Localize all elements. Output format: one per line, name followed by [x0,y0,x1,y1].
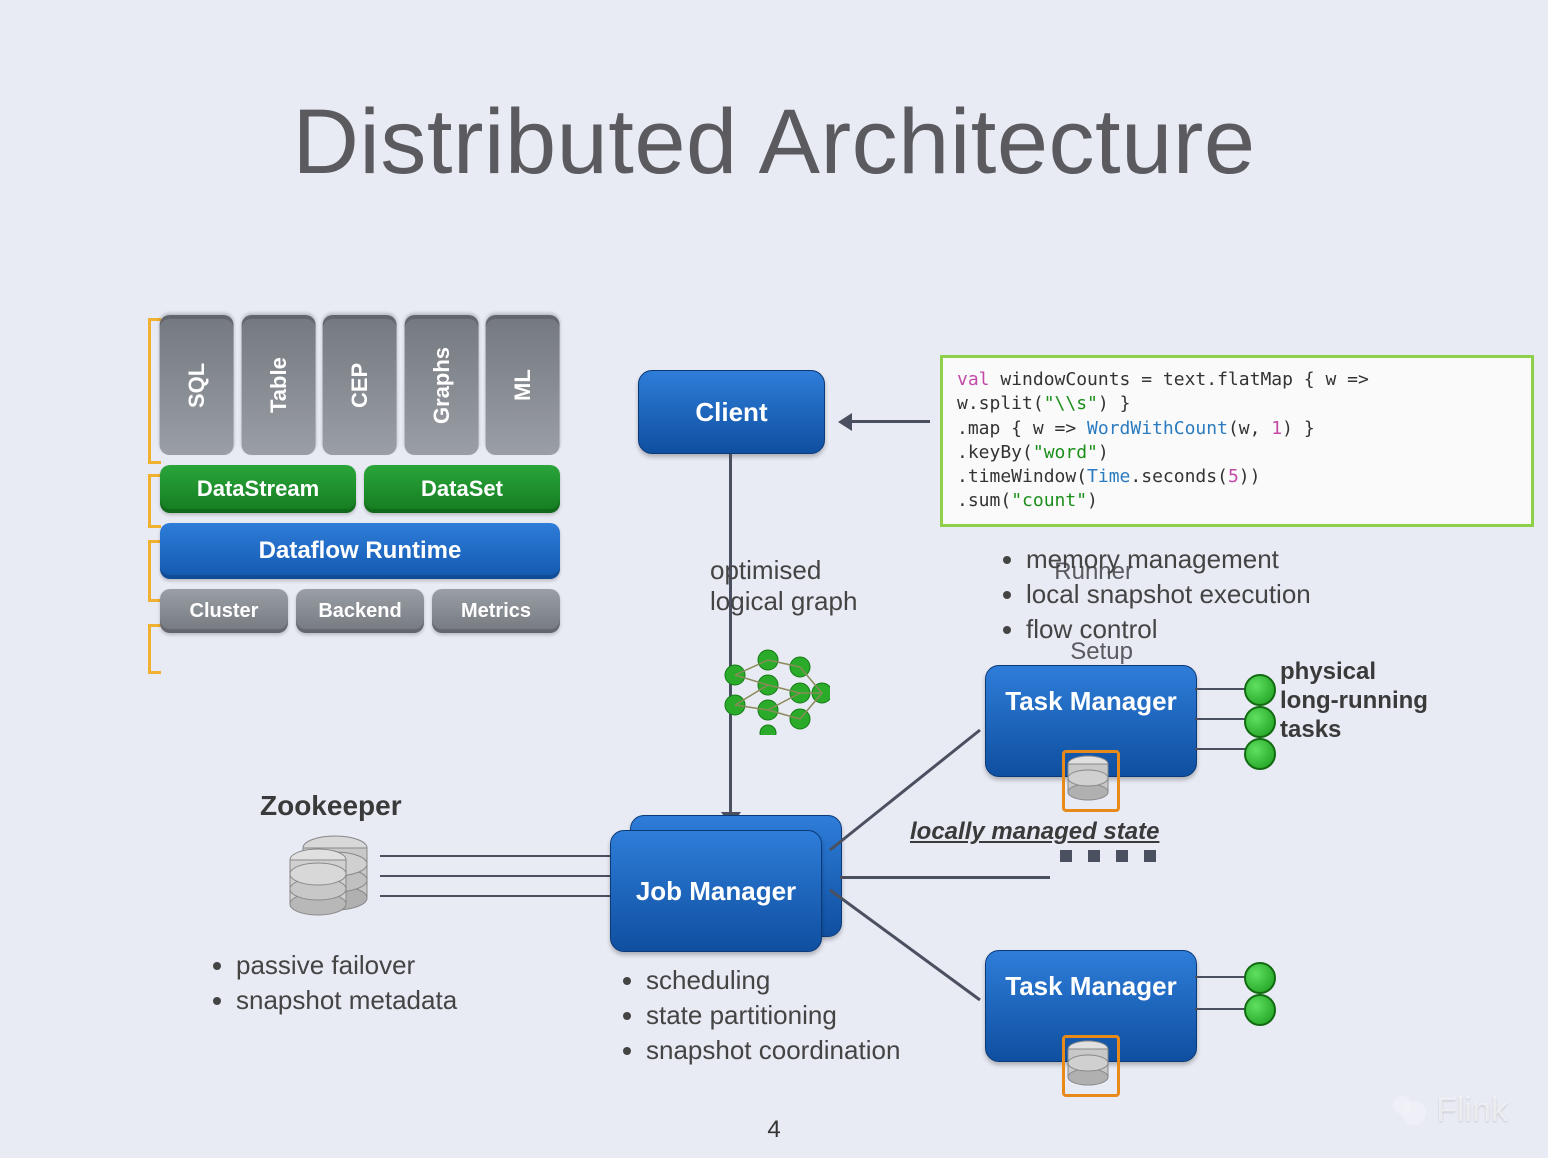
graph-icon [720,645,830,735]
optimised-l1: optimised [710,555,821,585]
line-client-to-jm [729,454,732,826]
code-l4c: )) [1239,466,1261,487]
api-dataset: DataSet [364,465,560,513]
setup-backend: Backend [296,589,424,633]
code-l2a: .map { w => [957,418,1087,439]
arrowhead-code-to-client [838,413,852,431]
code-snippet: val windowCounts = text.flatMap { w => w… [940,355,1534,527]
line-zk-jm-1 [380,855,610,857]
setup-metrics: Metrics [432,589,560,633]
code-l3a: .keyBy( [957,442,1033,463]
tm1-line-1 [1195,688,1245,690]
zk-notes: passive failover snapshot metadata [210,950,457,1020]
slide-title: Distributed Architecture [0,90,1548,195]
watermark-text: Flink [1436,1091,1508,1130]
line-jm-dots [840,876,1050,879]
tm1-dot-3 [1244,738,1276,770]
line-jm-tm2 [820,880,990,1020]
zookeeper-db-icon [280,830,370,930]
tm2-dot-2 [1244,994,1276,1026]
tm-note-1: local snapshot execution [1026,579,1311,610]
physical-tasks-label: physical long-running tasks [1280,658,1428,744]
code-l5b: ) [1087,490,1098,511]
code-l2n: 1 [1271,418,1282,439]
tm1-dot-1 [1244,674,1276,706]
code-l1b: ) } [1098,393,1131,414]
phys-l3: tasks [1280,716,1341,743]
tm2-line-1 [1195,976,1245,978]
zk-note-1: snapshot metadata [236,985,457,1016]
tm-note-0: memory management [1026,544,1311,575]
runner-dataflow: Dataflow Runtime [160,523,560,579]
optimised-label: optimised logical graph [710,555,857,617]
code-l2b: (w, [1228,418,1271,439]
tm-note-2: flow control [1026,614,1311,645]
code-l4n: 5 [1228,466,1239,487]
tm1-dot-2 [1244,706,1276,738]
phys-l1: physical [1280,658,1376,685]
zk-note-0: passive failover [236,950,457,981]
page-number: 4 [0,1116,1548,1144]
code-l3s: "word" [1033,442,1098,463]
arrow-code-to-client [850,420,930,423]
code-l3b: ) [1098,442,1109,463]
code-l4b: .seconds( [1130,466,1228,487]
code-kw: val [957,369,990,390]
db-icon-tm2 [1066,1039,1110,1087]
tm1-line-2 [1195,718,1245,720]
code-l5s: "count" [1011,490,1087,511]
ellipsis-dots [1060,850,1156,862]
jobmgr-box: Job Manager [610,830,822,952]
code-l4f: Time [1087,466,1130,487]
code-l2f: WordWithCount [1087,418,1228,439]
line-zk-jm-3 [380,895,610,897]
tm1-line-3 [1195,748,1245,750]
tm2-line-2 [1195,1008,1245,1010]
db-icon-tm1 [1066,754,1110,802]
setup-cluster: Cluster [160,589,288,633]
layer-stack: SQL Table CEP Graphs ML DataStream DataS… [160,315,560,643]
tm2-dot-1 [1244,962,1276,994]
jm-note-2: snapshot coordination [646,1035,900,1066]
lib-cep: CEP [323,315,397,455]
code-l2c: ) } [1282,418,1315,439]
tm-notes: memory management local snapshot executi… [1000,544,1311,649]
code-l1s: "\\s" [1044,393,1098,414]
squirrel-icon [1388,1093,1428,1129]
taskmgr-label-1: Task Manager [1005,686,1176,717]
zookeeper-label: Zookeeper [260,790,402,822]
taskmgr-label-2: Task Manager [1005,971,1176,1002]
code-l4a: .timeWindow( [957,466,1087,487]
line-zk-jm-2 [380,875,610,877]
lib-ml: ML [486,315,560,455]
state-label: locally managed state [910,818,1159,846]
code-l5a: .sum( [957,490,1011,511]
watermark: Flink [1388,1091,1508,1130]
optimised-l2: logical graph [710,586,857,616]
lib-table: Table [242,315,316,455]
phys-l2: long-running [1280,687,1428,714]
lib-graphs: Graphs [405,315,479,455]
code-l1a: windowCounts = text.flatMap { w => w.spl… [957,369,1369,414]
client-box: Client [638,370,825,454]
api-datastream: DataStream [160,465,356,513]
lib-sql: SQL [160,315,234,455]
